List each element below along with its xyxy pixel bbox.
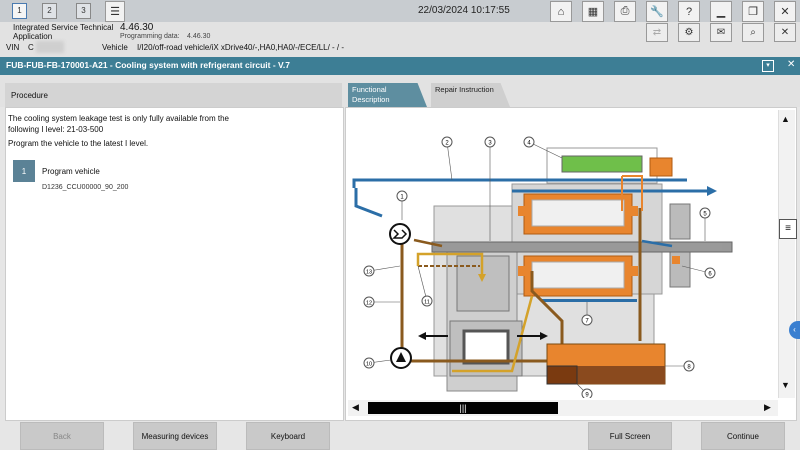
- vin-value: C: [28, 43, 34, 52]
- document-title-bar: FUB-FUB-FB-170001-A21 - Cooling system w…: [0, 57, 800, 75]
- list-icon[interactable]: ☰: [105, 1, 125, 22]
- vin-redaction: [36, 41, 64, 53]
- vehicle-label: Vehicle: [102, 43, 128, 52]
- callout-2: 2: [441, 136, 453, 181]
- app-name: Integrated Service Technical Application: [13, 23, 114, 41]
- measuring-devices-button[interactable]: Measuring devices: [133, 422, 217, 450]
- procedure-tab[interactable]: Procedure: [5, 83, 342, 107]
- wrench-icon[interactable]: 🔧: [646, 1, 668, 22]
- vin-label: VIN: [6, 43, 20, 52]
- callout-9: 9: [576, 383, 593, 398]
- svg-text:11: 11: [424, 300, 430, 306]
- top-bar: 1 2 3 ☰ 22/03/2024 10:17:55 ⌂ ▦ ⎙ 🔧 ? ▁ …: [0, 0, 800, 23]
- scroll-right-icon[interactable]: ▶: [764, 402, 771, 413]
- procedure-panel: The cooling system leakage test is only …: [5, 107, 344, 421]
- datetime: 22/03/2024 10:17:55: [418, 5, 510, 16]
- programming-label: Programming data:: [120, 33, 180, 40]
- back-button[interactable]: Back: [20, 422, 104, 450]
- restore-icon[interactable]: ❐: [742, 1, 764, 22]
- procedure-text-2: Program the vehicle to the latest I leve…: [8, 139, 149, 148]
- session-tab-3[interactable]: 3: [76, 3, 91, 19]
- continue-button[interactable]: Continue: [701, 422, 785, 450]
- callout-12: 12: [363, 296, 400, 308]
- keyboard-button[interactable]: Keyboard: [246, 422, 330, 450]
- home-icon[interactable]: ⌂: [550, 1, 572, 22]
- callout-13: 13: [363, 265, 401, 277]
- callout-8: 8: [665, 360, 695, 372]
- close-panel-icon[interactable]: ✕: [787, 59, 795, 70]
- svg-text:10: 10: [366, 362, 372, 368]
- collapse-icon[interactable]: ▾: [762, 60, 774, 72]
- vehicle-value: I/I20/off-road vehicle/iX xDrive40/-,HA0…: [137, 43, 345, 52]
- close-document-icon[interactable]: ✕: [774, 23, 796, 42]
- mail-icon[interactable]: ✉: [710, 23, 732, 42]
- procedure-text-1: The cooling system leakage test is only …: [8, 114, 229, 134]
- step-number: 1: [13, 160, 35, 182]
- horizontal-scrollbar[interactable]: ◀ ||| ▶: [348, 400, 778, 416]
- menu-handle-icon[interactable]: ≡: [779, 219, 797, 239]
- tab-functional-description[interactable]: Functional Description: [348, 83, 427, 107]
- session-tab-1[interactable]: 1: [12, 3, 27, 19]
- svg-text:13: 13: [366, 270, 372, 276]
- scroll-left-icon[interactable]: ◀: [352, 402, 359, 413]
- callout-1: 1: [396, 190, 408, 220]
- vertical-scrollbar[interactable]: ▲ ▼: [778, 110, 795, 398]
- svg-text:12: 12: [366, 301, 372, 307]
- scroll-thumb[interactable]: |||: [368, 402, 558, 414]
- link-icon[interactable]: ⇄: [646, 23, 668, 42]
- document-title: FUB-FUB-FB-170001-A21 - Cooling system w…: [6, 60, 291, 70]
- minimize-icon[interactable]: ▁: [710, 1, 732, 22]
- procedure-tab-bar: Procedure: [5, 83, 342, 107]
- search-pages-icon[interactable]: ⌕: [742, 23, 764, 42]
- step-code: D1236_CCU00000_90_200: [42, 184, 129, 191]
- session-tab-2[interactable]: 2: [42, 3, 57, 19]
- close-icon[interactable]: ✕: [774, 1, 796, 22]
- programming-version: 4.46.30: [187, 33, 211, 40]
- help-icon[interactable]: ?: [678, 1, 700, 22]
- callout-5: 5: [699, 207, 711, 241]
- info-area: Integrated Service Technical Application…: [0, 22, 800, 62]
- app-version: 4.46.30: [120, 22, 154, 33]
- settings-icon[interactable]: ⚙: [678, 23, 700, 42]
- side-expand-icon[interactable]: ‹: [789, 321, 800, 339]
- print-icon[interactable]: ⎙: [614, 1, 636, 22]
- full-screen-button[interactable]: Full Screen: [588, 422, 672, 450]
- step-title[interactable]: Program vehicle: [42, 167, 100, 176]
- vehicle-info-icon[interactable]: ▦: [582, 1, 604, 22]
- scroll-down-icon[interactable]: ▼: [781, 380, 790, 390]
- functional-description-panel: 1 2 3 4 5 6 7 8 9 10 11 12 13 ▲ ▼ ◀ ||| …: [345, 107, 797, 421]
- cooling-system-diagram: 1 2 3 4 5 6 7 8 9 10 11 12 13: [352, 136, 733, 398]
- callout-11: 11: [417, 265, 433, 307]
- scroll-up-icon[interactable]: ▲: [781, 114, 790, 124]
- tab-repair-instruction[interactable]: Repair Instruction: [431, 83, 510, 107]
- callout-10: 10: [363, 357, 392, 369]
